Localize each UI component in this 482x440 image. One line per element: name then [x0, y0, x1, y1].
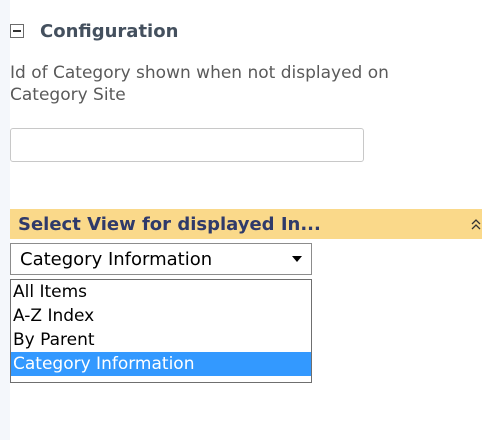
- option-category-information[interactable]: Category Information: [11, 352, 311, 376]
- double-chevron-up-icon[interactable]: [470, 218, 482, 232]
- view-select[interactable]: Category Information: [10, 243, 312, 275]
- select-view-title: Select View for displayed In...: [18, 213, 321, 235]
- category-id-label: Id of Category shown when not displayed …: [10, 63, 389, 105]
- view-options-list[interactable]: All Items A-Z Index By Parent Category I…: [10, 279, 312, 383]
- category-id-input[interactable]: [10, 128, 364, 162]
- option-by-parent[interactable]: By Parent: [11, 328, 311, 352]
- select-view-header[interactable]: Select View for displayed In...: [10, 209, 482, 239]
- configuration-title: Configuration: [40, 20, 179, 42]
- configuration-header[interactable]: Configuration: [10, 16, 178, 46]
- option-all-items[interactable]: All Items: [11, 280, 311, 304]
- chevron-down-icon[interactable]: [292, 256, 302, 262]
- minus-box-icon[interactable]: [10, 24, 24, 38]
- left-edge-strip: [0, 0, 10, 440]
- tool-pane: Configuration Id of Category shown when …: [0, 0, 482, 440]
- view-select-value: Category Information: [20, 248, 213, 270]
- option-a-z-index[interactable]: A-Z Index: [11, 304, 311, 328]
